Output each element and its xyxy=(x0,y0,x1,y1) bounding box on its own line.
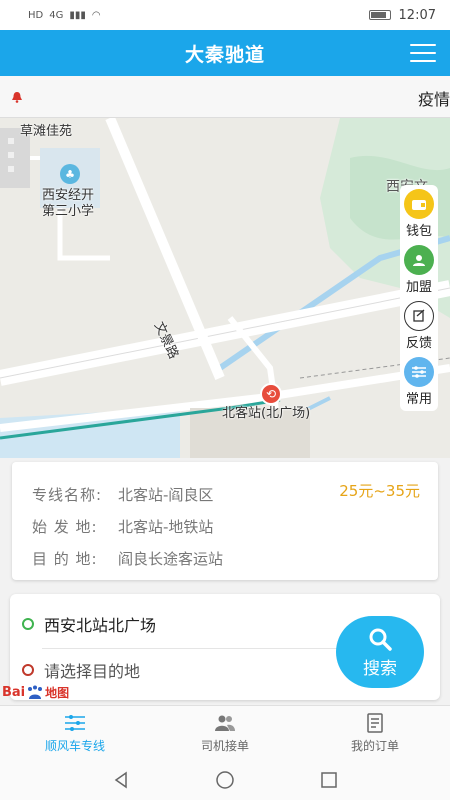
hd-icon: HD xyxy=(28,9,44,21)
baidu-paw-icon xyxy=(28,685,43,699)
carpool-lines-icon xyxy=(63,712,87,734)
tab-driver-orders-label: 司机接单 xyxy=(200,739,249,753)
app-title: 大秦驰道 xyxy=(184,43,265,66)
back-icon[interactable] xyxy=(109,768,133,792)
favorites-label: 常用 xyxy=(405,392,432,407)
route-start-row: 始 发 地: 北客站-地铁站 xyxy=(32,510,418,542)
tab-my-orders[interactable]: 我的订单 xyxy=(300,706,450,760)
tab-carpool-lines[interactable]: 顺风车专线 xyxy=(0,706,150,760)
app-header: 大秦驰道 xyxy=(0,30,450,76)
notice-bar[interactable]: 疫情 xyxy=(0,76,450,118)
route-start-key: 始 发 地: xyxy=(32,517,98,536)
origin-row[interactable]: 西安北站北广场 xyxy=(22,612,156,636)
wifi-icon: ◠ xyxy=(91,9,101,21)
route-start-value: 北客站-地铁站 xyxy=(118,517,214,536)
feedback-label: 反馈 xyxy=(405,336,432,351)
feedback-icon xyxy=(404,301,434,331)
users-icon xyxy=(213,712,237,734)
bottom-tab-bar: 顺风车专线 司机接单 我的订单 xyxy=(0,705,450,760)
sliders-icon xyxy=(404,357,434,387)
destination-dot-icon xyxy=(22,664,34,676)
map-label-station: 北客站(北广场) xyxy=(222,406,311,421)
signal-indicators: HD 4G ▮▮▮ ◠ xyxy=(28,10,101,21)
battery-icon xyxy=(368,10,391,20)
status-bar: HD 4G ▮▮▮ ◠ 12:07 xyxy=(0,0,450,30)
school-pin-icon[interactable]: ♣ xyxy=(60,164,80,184)
favorites-button[interactable]: 常用 xyxy=(404,357,434,407)
route-line-value: 北客站-阎良区 xyxy=(118,485,214,504)
wallet-icon xyxy=(404,189,434,219)
search-card: 西安北站北广场 请选择目的地 搜索 xyxy=(10,594,440,700)
notice-text: 疫情 xyxy=(418,90,450,109)
destination-row[interactable]: 请选择目的地 xyxy=(22,658,140,682)
tab-carpool-lines-label: 顺风车专线 xyxy=(44,739,105,753)
document-icon xyxy=(363,712,387,734)
menu-icon[interactable] xyxy=(410,44,436,62)
search-icon xyxy=(369,628,392,651)
map-label-school-line2: 第三小学 xyxy=(42,204,95,219)
join-icon xyxy=(404,245,434,275)
route-info-card[interactable]: 专线名称: 北客站-阎良区 始 发 地: 北客站-地铁站 目 的 地: 阎良长途… xyxy=(12,462,438,580)
tab-my-orders-label: 我的订单 xyxy=(350,739,399,753)
route-price: 25元~35元 xyxy=(339,482,420,500)
divider xyxy=(42,648,342,649)
side-toolbar: 钱包 加盟 反馈 常用 xyxy=(400,185,438,411)
route-dest-key: 目 的 地: xyxy=(32,549,98,568)
tab-driver-orders[interactable]: 司机接单 xyxy=(150,706,300,760)
search-button[interactable]: 搜索 xyxy=(336,616,424,688)
destination-placeholder: 请选择目的地 xyxy=(44,662,141,681)
signal-icon: ▮▮▮ xyxy=(69,9,86,21)
home-icon[interactable] xyxy=(213,768,237,792)
search-button-label: 搜索 xyxy=(363,658,397,679)
route-dest-row: 目 的 地: 阎良长途客运站 xyxy=(32,542,418,574)
map-label-residence: 草滩佳苑 xyxy=(20,124,73,139)
bell-icon xyxy=(12,92,22,103)
system-nav-bar xyxy=(0,760,450,800)
origin-dot-icon xyxy=(22,618,34,630)
wallet-label: 钱包 xyxy=(405,224,432,239)
route-dest-value: 阎良长途客运站 xyxy=(118,549,224,568)
route-line-key: 专线名称: xyxy=(32,485,103,504)
join-label: 加盟 xyxy=(405,280,432,295)
join-button[interactable]: 加盟 xyxy=(404,245,434,295)
map-view[interactable]: 草滩佳苑 ♣ 西安经开 第三小学 文景路 西安文 ⟲ 北客站(北广场) xyxy=(0,118,450,458)
recents-icon[interactable] xyxy=(317,768,341,792)
origin-text: 西安北站北广场 xyxy=(44,616,157,635)
wallet-button[interactable]: 钱包 xyxy=(404,189,434,239)
feedback-button[interactable]: 反馈 xyxy=(404,301,434,351)
baidu-map-logo: Bai 地图 xyxy=(2,685,70,700)
clock: 12:07 xyxy=(398,7,436,23)
network-type: 4G xyxy=(49,9,64,21)
